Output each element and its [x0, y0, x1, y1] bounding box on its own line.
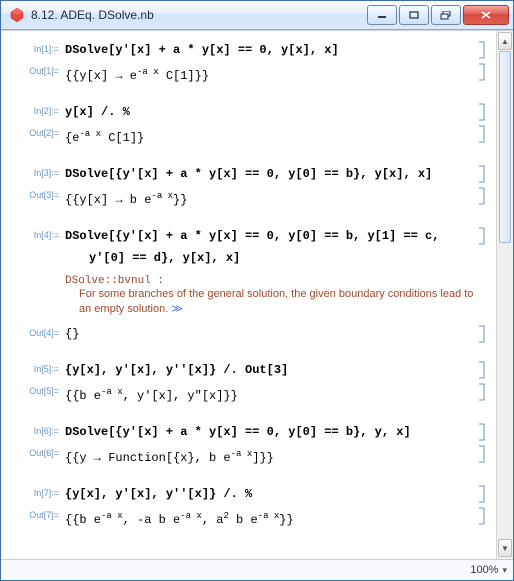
- cell-bracket-icon[interactable]: [478, 485, 486, 503]
- output-cell-3[interactable]: {{y[x] → b e-a x}}: [59, 187, 478, 209]
- app-window: 8.12. ADEq. DSolve.nb In[1]:=DSolve[y'[x…: [0, 0, 514, 581]
- output-cell-5[interactable]: {{b e-a x, y′[x], y″[x]}}: [59, 383, 478, 405]
- cell-bracket-icon[interactable]: [478, 227, 486, 245]
- cell-bracket-icon[interactable]: [478, 41, 486, 59]
- client-area: In[1]:=DSolve[y'[x] + a * y[x] == 0, y[x…: [1, 30, 513, 559]
- notebook-content[interactable]: In[1]:=DSolve[y'[x] + a * y[x] == 0, y[x…: [1, 31, 496, 559]
- in-label: In[1]:=: [1, 41, 59, 54]
- out-label: Out[7]=: [1, 507, 59, 520]
- titlebar[interactable]: 8.12. ADEq. DSolve.nb: [1, 1, 513, 30]
- output-cell-7[interactable]: {{b e-a x, -a b e-a x, a2 b e-a x}}: [59, 507, 478, 529]
- input-cell-6[interactable]: DSolve[{y'[x] + a * y[x] == 0, y[0] == b…: [59, 423, 478, 441]
- in-label: In[6]:=: [1, 423, 59, 436]
- output-cell-1[interactable]: {{y[x] → e-a x C[1]}}: [59, 63, 478, 85]
- in-label: In[7]:=: [1, 485, 59, 498]
- cell-bracket-icon[interactable]: [478, 383, 486, 401]
- out-label: Out[2]=: [1, 125, 59, 138]
- in-label: In[2]:=: [1, 103, 59, 116]
- message-cell[interactable]: DSolve::bvnul : For some branches of the…: [1, 275, 496, 317]
- cell-bracket-icon[interactable]: [478, 125, 486, 143]
- cell-bracket-icon[interactable]: [478, 165, 486, 183]
- window-title: 8.12. ADEq. DSolve.nb: [31, 8, 367, 22]
- window-button-group: [367, 5, 511, 25]
- mathematica-icon: [9, 7, 25, 23]
- out-label: Out[6]=: [1, 445, 59, 458]
- minimize-button[interactable]: [367, 5, 397, 25]
- output-cell-6[interactable]: {{y → Function[{x}, b e-a x]}}: [59, 445, 478, 467]
- scroll-thumb[interactable]: [499, 51, 511, 243]
- in-label: In[3]:=: [1, 165, 59, 178]
- status-bar: 100% ▾: [1, 559, 513, 580]
- out-label: Out[4]=: [1, 325, 59, 338]
- cell-bracket-icon[interactable]: [478, 63, 486, 81]
- cell-bracket-icon[interactable]: [478, 423, 486, 441]
- input-cell-3[interactable]: DSolve[{y'[x] + a * y[x] == 0, y[0] == b…: [59, 165, 478, 183]
- zoom-level[interactable]: 100%: [470, 564, 498, 576]
- vertical-scrollbar[interactable]: ▲ ▼: [496, 31, 513, 559]
- message-text: For some branches of the general solutio…: [65, 287, 478, 317]
- cell-bracket-icon[interactable]: [478, 445, 486, 463]
- cell-bracket-icon[interactable]: [478, 361, 486, 379]
- cell-bracket-icon[interactable]: [478, 187, 486, 205]
- input-cell-4-line2[interactable]: y'[0] == d}, y[x], x]: [59, 249, 478, 267]
- cell-bracket-icon[interactable]: [478, 325, 486, 343]
- out-label: Out[5]=: [1, 383, 59, 396]
- zoom-dropdown-icon[interactable]: ▾: [502, 565, 507, 576]
- out-label: Out[1]=: [1, 63, 59, 76]
- message-tag: DSolve::bvnul :: [65, 275, 478, 287]
- input-cell-4-line1[interactable]: DSolve[{y'[x] + a * y[x] == 0, y[0] == b…: [59, 227, 478, 245]
- out-label: Out[3]=: [1, 187, 59, 200]
- cell-bracket-icon[interactable]: [478, 103, 486, 121]
- in-label: In[4]:=: [1, 227, 59, 240]
- in-label: In[5]:=: [1, 361, 59, 374]
- restore-button[interactable]: [431, 5, 461, 25]
- scroll-down-button[interactable]: ▼: [498, 539, 512, 557]
- message-more-link[interactable]: ≫: [171, 303, 183, 315]
- input-cell-2[interactable]: y[x] /. %: [59, 103, 478, 121]
- close-button[interactable]: [463, 5, 509, 25]
- output-cell-2[interactable]: {e-a x C[1]}: [59, 125, 478, 147]
- output-cell-4[interactable]: {}: [59, 325, 478, 343]
- input-cell-1[interactable]: DSolve[y'[x] + a * y[x] == 0, y[x], x]: [59, 41, 478, 59]
- maximize-button[interactable]: [399, 5, 429, 25]
- input-cell-7[interactable]: {y[x], y'[x], y''[x]} /. %: [59, 485, 478, 503]
- input-cell-5[interactable]: {y[x], y'[x], y''[x]} /. Out[3]: [59, 361, 478, 379]
- scroll-up-button[interactable]: ▲: [498, 32, 512, 50]
- cell-bracket-icon[interactable]: [478, 507, 486, 525]
